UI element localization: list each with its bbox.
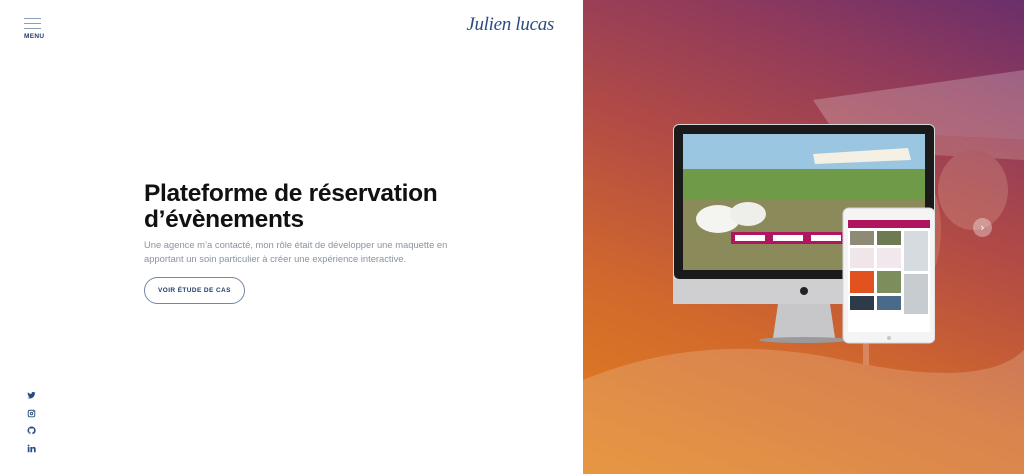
hero-description-line1: Une agence m’a contacté, mon rôle était … xyxy=(144,239,448,250)
twitter-icon xyxy=(27,391,36,399)
instagram-link[interactable] xyxy=(27,409,37,419)
hero-section: Plateforme de réservation d’évènements U… xyxy=(144,181,484,304)
case-study-button[interactable]: VOIR ÉTUDE DE CAS xyxy=(144,277,245,304)
hero-description: Une agence m’a contacté, mon rôle était … xyxy=(144,238,474,265)
hero-title: Plateforme de réservation d’évènements xyxy=(144,181,484,233)
hamburger-icon xyxy=(24,18,44,29)
slider-next-button[interactable]: › xyxy=(973,218,992,237)
left-panel: MENU Julien lucas Plateforme de réservat… xyxy=(0,0,583,474)
menu-button[interactable]: MENU xyxy=(24,18,44,40)
hero-title-line1: Plateforme de réservation xyxy=(144,180,438,207)
linkedin-icon xyxy=(27,444,36,452)
instagram-icon xyxy=(27,409,36,417)
social-links xyxy=(27,391,39,461)
twitter-link[interactable] xyxy=(27,391,37,401)
site-logo[interactable]: Julien lucas xyxy=(466,14,554,36)
linkedin-link[interactable] xyxy=(27,444,37,454)
github-link[interactable] xyxy=(27,426,37,436)
chevron-right-icon: › xyxy=(980,221,985,234)
hero-title-line2: d’évènements xyxy=(144,206,304,233)
github-icon xyxy=(27,426,36,435)
menu-label: MENU xyxy=(24,33,45,40)
showcase-panel: › xyxy=(583,0,1024,474)
hero-description-line2: apportant un soin particulier à créer un… xyxy=(144,252,407,264)
device-mockup xyxy=(673,124,935,344)
